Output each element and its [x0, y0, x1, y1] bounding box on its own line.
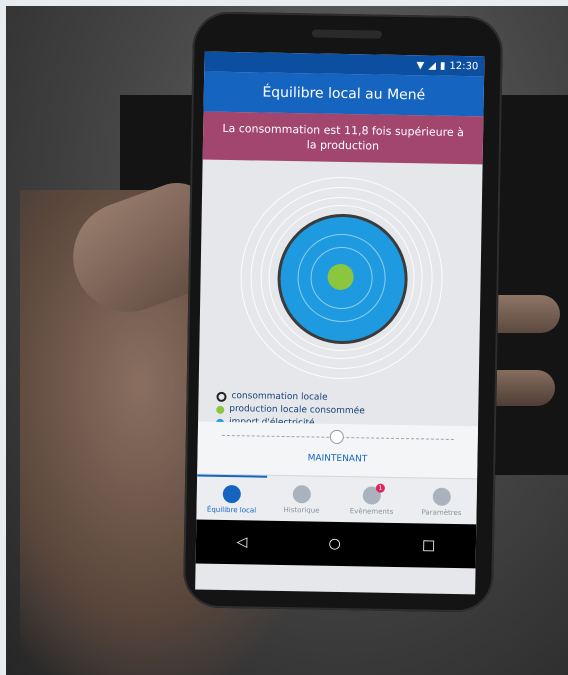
battery-icon: ▮ [439, 60, 446, 72]
signal-icon: ◢ [428, 59, 437, 72]
app-title: Équilibre local au Mené [203, 71, 485, 117]
legend-swatch [216, 391, 227, 402]
recents-button[interactable]: □ [422, 537, 436, 553]
back-button[interactable]: ◁ [236, 534, 247, 550]
legend-swatch [216, 405, 225, 414]
target-icon [222, 484, 241, 503]
phone-device: ▼ ◢ ▮ 12:30 Équilibre local au Mené La c… [182, 11, 504, 613]
tab-equilibre-local[interactable]: Équilibre local [196, 474, 268, 522]
tab-parametres[interactable]: Paramètres [406, 478, 477, 525]
gear-icon [432, 487, 451, 506]
ratio-banner: La consommation est 11,8 fois supérieure… [202, 111, 484, 165]
balance-visualization: consommation locale production locale co… [198, 160, 482, 429]
phone-screen: ▼ ◢ ▮ 12:30 Équilibre local au Mené La c… [195, 51, 485, 595]
alert-icon: 1 [362, 483, 386, 505]
wifi-icon: ▼ [416, 59, 425, 71]
tab-evenements[interactable]: 1 Evènements [336, 477, 407, 524]
history-icon [292, 484, 311, 503]
timeline-slider[interactable]: MAINTENANT [197, 421, 479, 479]
frame-top-edge [0, 0, 568, 6]
timeline-handle[interactable] [329, 429, 344, 445]
home-button[interactable]: ○ [328, 536, 340, 552]
phone-speaker [311, 29, 382, 39]
timeline-label: MAINTENANT [307, 453, 368, 465]
tab-historique[interactable]: Historique [266, 476, 337, 523]
android-nav-bar: ◁ ○ □ [195, 519, 477, 569]
bottom-tab-bar: Équilibre local Historique 1 Evènements … [196, 473, 478, 526]
notification-badge: 1 [375, 483, 386, 493]
status-time: 12:30 [449, 60, 479, 72]
frame-left-edge [0, 0, 6, 675]
photo-background: ▼ ◢ ▮ 12:30 Équilibre local au Mené La c… [0, 0, 568, 675]
